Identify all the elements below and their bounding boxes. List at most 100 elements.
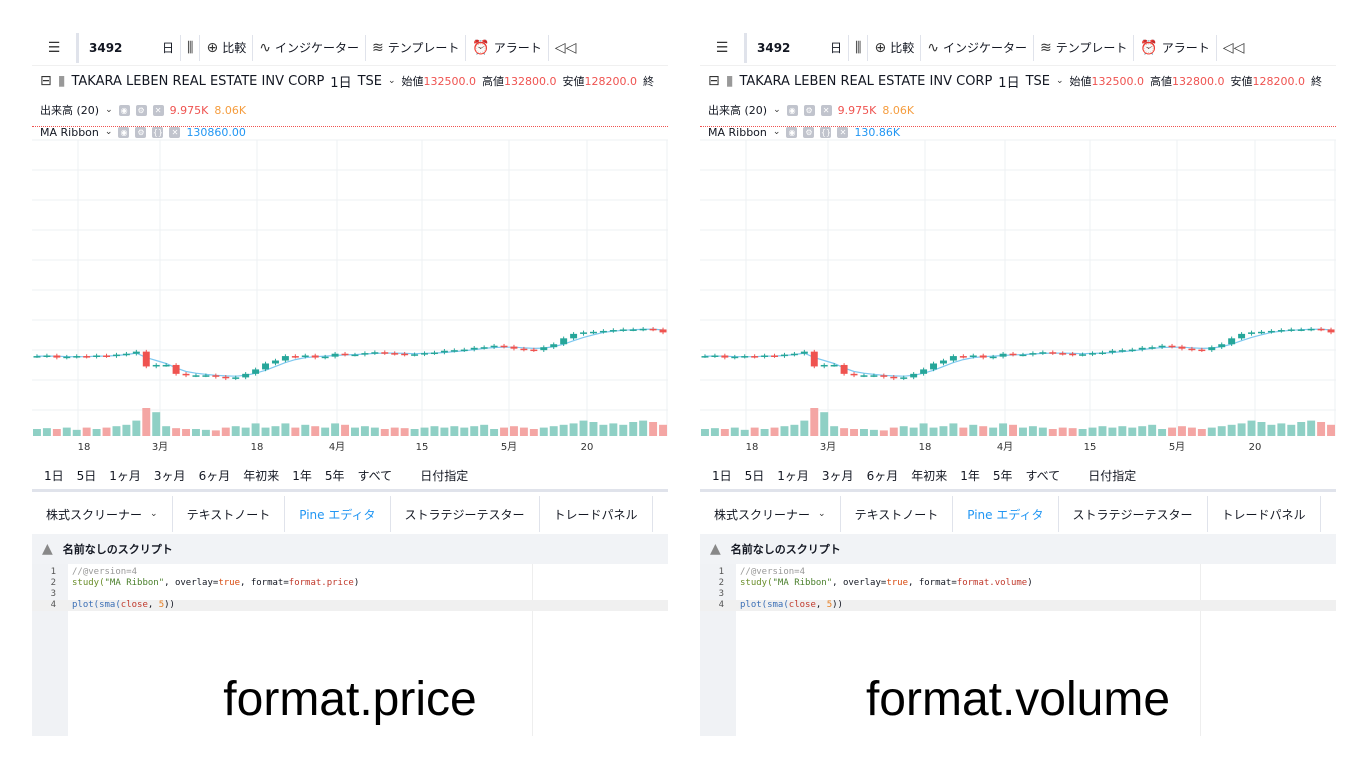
code-line-2: 2 study("MA Ribbon", overlay=true, format… xyxy=(50,578,360,588)
code-line-4: 4 plot(sma(close, 5)) xyxy=(32,600,668,611)
candle-body xyxy=(701,356,709,358)
candle-body xyxy=(780,354,788,357)
candle-body xyxy=(721,355,729,358)
volume-bar xyxy=(979,426,988,436)
script-title[interactable]: 名前なしのスクリプト xyxy=(731,541,841,557)
volume-bar xyxy=(589,422,598,436)
volume-bar xyxy=(780,426,789,436)
candle-body xyxy=(999,353,1007,357)
range-custom[interactable]: 日付指定 xyxy=(420,467,468,484)
candle-body xyxy=(33,356,41,358)
tab-text-notes[interactable]: テキストノート xyxy=(173,496,286,532)
candle-body xyxy=(1049,352,1057,354)
range-5y[interactable]: 5年 xyxy=(325,467,345,484)
candle-body xyxy=(1029,353,1037,355)
range-6m[interactable]: 6ヶ月 xyxy=(199,467,231,484)
tab-stock-screener[interactable]: 株式スクリーナー ⌄ xyxy=(32,496,173,532)
candle-body xyxy=(361,353,369,355)
volume-bar xyxy=(639,420,648,436)
range-ytd[interactable]: 年初来 xyxy=(243,467,279,484)
volume-bar xyxy=(1128,427,1137,436)
volume-bar xyxy=(949,423,958,436)
volume-bar xyxy=(430,426,439,436)
tab-stock-screener[interactable]: 株式スクリーナー ⌄ xyxy=(700,496,841,532)
candle-body xyxy=(172,364,180,374)
x-axis-tick-label: 18 xyxy=(919,442,932,453)
tab-strategy-tester[interactable]: ストラテジーテスター xyxy=(391,496,540,532)
candle-body xyxy=(291,356,299,358)
volume-bar xyxy=(142,408,151,436)
volume-bar xyxy=(152,412,161,436)
volume-bar xyxy=(331,423,340,436)
range-5d[interactable]: 5日 xyxy=(745,467,765,484)
volume-bar xyxy=(1148,424,1157,436)
code-line-1: 1//@version=4 xyxy=(50,567,138,577)
volume-bar xyxy=(1058,427,1067,436)
candle-body xyxy=(599,330,607,333)
volume-bar xyxy=(701,429,709,436)
candle-body xyxy=(790,353,798,356)
volume-bar xyxy=(510,426,518,436)
volume-bar xyxy=(400,428,409,436)
candle-body xyxy=(1188,348,1196,351)
candle-body xyxy=(1218,344,1226,348)
candle-body xyxy=(1228,338,1236,345)
volume-bar xyxy=(1317,422,1326,436)
tab-pine-editor[interactable]: Pine エディタ xyxy=(285,496,391,532)
range-1d[interactable]: 1日 xyxy=(44,467,64,484)
range-custom[interactable]: 日付指定 xyxy=(1088,467,1136,484)
volume-bar xyxy=(750,427,759,436)
candle-body xyxy=(480,347,488,349)
volume-bar xyxy=(820,412,829,436)
candle-body xyxy=(103,355,111,357)
tab-pine-editor[interactable]: Pine エディタ xyxy=(953,496,1059,532)
candlestick-chart[interactable]: 18 3月 18 4月 15 5月 20 xyxy=(32,30,668,462)
range-1y[interactable]: 1年 xyxy=(292,467,312,484)
script-title[interactable]: 名前なしのスクリプト xyxy=(63,541,173,557)
range-5d[interactable]: 5日 xyxy=(77,467,97,484)
range-all[interactable]: すべて xyxy=(358,467,393,484)
volume-bar xyxy=(830,426,839,436)
volume-bar xyxy=(959,427,968,436)
candle-body xyxy=(122,353,130,356)
code-line-3: 3 xyxy=(718,589,724,599)
candle-body xyxy=(930,363,938,370)
range-5y[interactable]: 5年 xyxy=(993,467,1013,484)
range-1m[interactable]: 1ヶ月 xyxy=(777,467,809,484)
candle-body xyxy=(53,355,61,358)
candle-body xyxy=(1039,352,1047,354)
chevron-down-icon: ⌄ xyxy=(818,509,826,519)
editor-header: ▲ 名前なしのスクリプト xyxy=(700,534,1336,564)
range-6m[interactable]: 6ヶ月 xyxy=(867,467,899,484)
range-3m[interactable]: 3ヶ月 xyxy=(822,467,854,484)
candle-body xyxy=(500,345,508,348)
range-1d[interactable]: 1日 xyxy=(712,467,732,484)
range-3m[interactable]: 3ヶ月 xyxy=(154,467,186,484)
candlestick-chart[interactable]: 18 3月 18 4月 15 5月 20 xyxy=(700,30,1336,462)
volume-bar xyxy=(261,427,270,436)
volume-bar xyxy=(1178,426,1186,436)
candle-body xyxy=(1138,347,1146,350)
tab-strategy-tester[interactable]: ストラテジーテスター xyxy=(1059,496,1208,532)
candle-body xyxy=(371,352,379,354)
candle-body xyxy=(1089,353,1097,355)
volume-bar xyxy=(211,430,220,436)
candle-body xyxy=(222,376,230,379)
x-axis-tick-label: 18 xyxy=(746,442,759,453)
volume-bar xyxy=(480,424,489,436)
range-1y[interactable]: 1年 xyxy=(960,467,980,484)
candle-body xyxy=(421,353,429,355)
range-1m[interactable]: 1ヶ月 xyxy=(109,467,141,484)
range-all[interactable]: すべて xyxy=(1026,467,1061,484)
volume-bar xyxy=(939,426,948,436)
range-ytd[interactable]: 年初来 xyxy=(911,467,947,484)
tab-trade-panel[interactable]: トレードパネル xyxy=(540,496,653,532)
x-axis-tick-label: 15 xyxy=(416,442,429,453)
volume-bar xyxy=(1078,429,1087,436)
volume-bar xyxy=(850,429,858,436)
candle-body xyxy=(1198,349,1206,352)
candle-body xyxy=(751,356,759,358)
tab-trade-panel[interactable]: トレードパネル xyxy=(1208,496,1321,532)
tab-text-notes[interactable]: テキストノート xyxy=(841,496,954,532)
mountain-icon: ▲ xyxy=(710,541,721,557)
